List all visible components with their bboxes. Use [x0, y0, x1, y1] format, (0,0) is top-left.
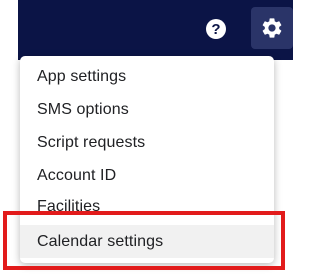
menu-item-facilities[interactable]: Facilities [20, 192, 274, 216]
menu-item-calendar-settings[interactable]: Calendar settings [20, 225, 274, 258]
settings-dropdown-menu: App settings SMS options Script requests… [20, 56, 274, 263]
gear-icon [262, 18, 282, 38]
help-button[interactable]: ? [206, 19, 226, 39]
menu-item-app-settings[interactable]: App settings [20, 60, 274, 93]
help-icon: ? [211, 20, 221, 38]
screenshot-stage: ? App settings SMS options Script reques… [0, 0, 293, 279]
menu-item-sms-options[interactable]: SMS options [20, 93, 274, 126]
settings-button[interactable] [251, 7, 293, 49]
menu-item-account-id[interactable]: Account ID [20, 159, 274, 192]
top-app-bar: ? [18, 0, 293, 60]
menu-item-script-requests[interactable]: Script requests [20, 126, 274, 159]
